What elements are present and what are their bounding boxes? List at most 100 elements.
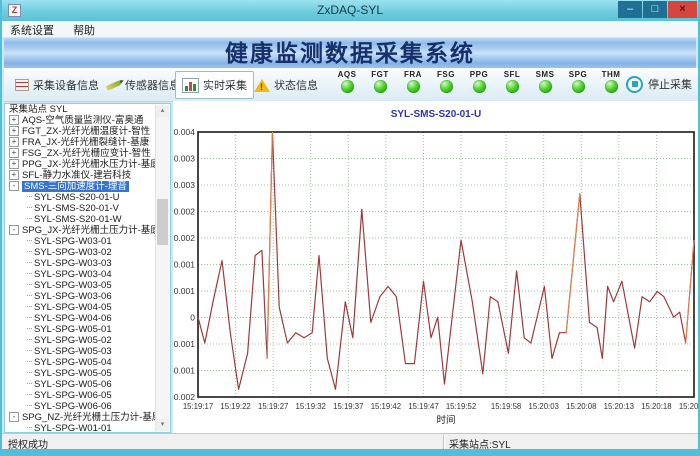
y-tick-label: -0.001 bbox=[173, 339, 195, 349]
expand-toggle-icon[interactable]: + bbox=[9, 137, 19, 147]
y-tick-label: 0 bbox=[190, 313, 195, 323]
tree-item[interactable]: SYL-SPG-W05-01 bbox=[5, 324, 170, 335]
indicator-label: SPG bbox=[561, 70, 595, 79]
tree-item[interactable]: SYL-SPG-W03-06 bbox=[5, 291, 170, 302]
tree-item[interactable]: SYL-SPG-W04-06 bbox=[5, 313, 170, 324]
y-tick-label: 0.004 bbox=[174, 127, 196, 137]
expand-toggle-icon[interactable]: - bbox=[9, 412, 19, 422]
sensor-pencil-icon bbox=[106, 80, 122, 91]
device-list-icon bbox=[15, 79, 29, 91]
x-axis-title: 时间 bbox=[436, 414, 455, 426]
tree-line bbox=[27, 361, 32, 362]
scroll-up-icon[interactable]: ▴ bbox=[156, 105, 169, 117]
series-line bbox=[198, 132, 694, 389]
tree-item[interactable]: 采集站点 SYL bbox=[5, 104, 170, 115]
tree-item[interactable]: SYL-SPG-W05-04 bbox=[5, 357, 170, 368]
indicator-label: FSG bbox=[429, 70, 463, 79]
tree-item-label: SYL-SPG-W06-05 bbox=[34, 390, 112, 401]
realtime-collect-button[interactable]: 实时采集 bbox=[175, 71, 254, 99]
status-info-button[interactable]: ! 状态信息 bbox=[247, 71, 325, 99]
tree-item-label: SYL-SPG-W05-02 bbox=[34, 335, 112, 346]
tree-item[interactable]: SYL-SPG-W03-01 bbox=[5, 236, 170, 247]
tree-item-label: SYL-SPG-W04-05 bbox=[34, 302, 112, 313]
status-led-icon bbox=[572, 80, 585, 93]
y-tick-label: 0.002 bbox=[174, 233, 196, 243]
spike-highlight bbox=[686, 240, 694, 343]
close-button[interactable]: × bbox=[668, 1, 697, 18]
tree-item[interactable]: -SPG_JX-光纤光栅土压力计-基康 bbox=[5, 225, 170, 236]
tree-item[interactable]: SYL-SMS-S20-01-U bbox=[5, 192, 170, 203]
status-led-icon bbox=[605, 80, 618, 93]
x-tick-label: 15:20:23 bbox=[679, 402, 700, 411]
x-tick-label: 15:19:42 bbox=[371, 402, 401, 411]
tree-item[interactable]: +PPG_JX-光纤光栅水压力计-基康 bbox=[5, 159, 170, 170]
x-tick-label: 15:20:08 bbox=[566, 402, 596, 411]
x-tick-label: 15:19:32 bbox=[296, 402, 326, 411]
tree-item[interactable]: SYL-SPG-W03-03 bbox=[5, 258, 170, 269]
y-tick-label: 0.001 bbox=[174, 260, 196, 270]
expand-toggle-icon[interactable]: + bbox=[9, 170, 19, 180]
scroll-down-icon[interactable]: ▾ bbox=[156, 419, 169, 431]
tree-item-label: SYL-SPG-W05-05 bbox=[34, 368, 112, 379]
scrollbar-thumb[interactable] bbox=[157, 199, 168, 245]
tree-item[interactable]: SYL-SPG-W06-05 bbox=[5, 390, 170, 401]
expand-toggle-icon[interactable]: - bbox=[9, 225, 19, 235]
tree-item[interactable]: SYL-SPG-W05-05 bbox=[5, 368, 170, 379]
indicator-THM: THM bbox=[594, 70, 628, 98]
tree-line bbox=[27, 383, 32, 384]
tree-item[interactable]: +FSG_ZX-光纤光栅应变计-智性 bbox=[5, 148, 170, 159]
tree-scrollbar[interactable]: ▴ ▾ bbox=[155, 105, 169, 431]
spike-highlight bbox=[267, 132, 272, 358]
expand-toggle-icon[interactable]: + bbox=[9, 115, 19, 125]
menu-item-system-settings[interactable]: 系统设置 bbox=[2, 21, 62, 39]
expand-toggle-icon[interactable]: - bbox=[9, 181, 19, 191]
tree-item-label: FRA_JX-光纤光栅裂缝计-基康 bbox=[22, 137, 149, 148]
tree-item-label: SYL-SPG-W03-02 bbox=[34, 247, 112, 258]
tree-item[interactable]: +SFL-静力水准仪-建岩科技 bbox=[5, 170, 170, 181]
sensor-info-button[interactable]: 传感器信息 bbox=[99, 71, 187, 99]
tree-item[interactable]: +AQS-空气质量监测仪-富奥通 bbox=[5, 115, 170, 126]
tree-item[interactable]: SYL-SMS-S20-01-W bbox=[5, 214, 170, 225]
expand-toggle-icon[interactable]: + bbox=[9, 126, 19, 136]
title-bar[interactable]: Z ZxDAQ-SYL – □ × bbox=[2, 0, 698, 21]
device-info-button[interactable]: 采集设备信息 bbox=[8, 71, 106, 99]
x-tick-label: 15:19:27 bbox=[258, 402, 288, 411]
x-tick-label: 15:19:37 bbox=[333, 402, 363, 411]
tree-item[interactable]: SYL-SPG-W03-04 bbox=[5, 269, 170, 280]
tree-line bbox=[27, 405, 32, 406]
tree-item[interactable]: SYL-SPG-W05-06 bbox=[5, 379, 170, 390]
expand-toggle-icon[interactable]: + bbox=[9, 159, 19, 169]
x-tick-label: 15:19:22 bbox=[220, 402, 250, 411]
tree-item[interactable]: SYL-SPG-W03-02 bbox=[5, 247, 170, 258]
tree-line bbox=[27, 207, 32, 208]
tree-item[interactable]: SYL-SPG-W03-05 bbox=[5, 280, 170, 291]
tree-item[interactable]: SYL-SPG-W05-03 bbox=[5, 346, 170, 357]
tree-item[interactable]: SYL-SPG-W04-05 bbox=[5, 302, 170, 313]
expand-toggle-icon[interactable]: + bbox=[9, 148, 19, 158]
y-tick-label: -0.001 bbox=[173, 366, 195, 376]
tree-line bbox=[27, 339, 32, 340]
stop-collect-button[interactable]: 停止采集 bbox=[626, 72, 692, 96]
maximize-button[interactable]: □ bbox=[643, 1, 667, 18]
tree-item[interactable]: SYL-SPG-W05-02 bbox=[5, 335, 170, 346]
menu-item-help[interactable]: 帮助 bbox=[65, 21, 103, 39]
minimize-button[interactable]: – bbox=[618, 1, 642, 18]
tree-item[interactable]: +FRA_JX-光纤光栅裂缝计-基康 bbox=[5, 137, 170, 148]
tree-item[interactable]: -SMS-三向加速度计-理音 bbox=[5, 181, 170, 192]
x-tick-label: 15:19:58 bbox=[491, 402, 521, 411]
tree-item[interactable]: +FGT_ZX-光纤光栅温度计-智性 bbox=[5, 126, 170, 137]
banner-title: 健康监测数据采集系统 bbox=[225, 40, 475, 66]
x-tick-label: 15:19:52 bbox=[446, 402, 476, 411]
device-info-label: 采集设备信息 bbox=[33, 77, 99, 93]
indicator-AQS: AQS bbox=[330, 70, 364, 98]
tree-item-label: SYL-SPG-W03-06 bbox=[34, 291, 112, 302]
tree-item-label: SYL-SPG-W01-01 bbox=[34, 423, 112, 433]
tree-item-label: SFL-静力水准仪-建岩科技 bbox=[22, 170, 131, 181]
application-window: Z ZxDAQ-SYL – □ × 系统设置 帮助 健康监测数据采集系统 采集设… bbox=[0, 0, 700, 456]
tree-item-label: FGT_ZX-光纤光栅温度计-智性 bbox=[22, 126, 150, 137]
tree-item[interactable]: SYL-SPG-W01-01 bbox=[5, 423, 170, 433]
tree-item[interactable]: -SPG_NZ-光纤光栅土压力计-基康 bbox=[5, 412, 170, 423]
tree-item[interactable]: SYL-SMS-S20-01-V bbox=[5, 203, 170, 214]
tree-item[interactable]: SYL-SPG-W06-06 bbox=[5, 401, 170, 412]
x-tick-label: 15:20:13 bbox=[604, 402, 634, 411]
